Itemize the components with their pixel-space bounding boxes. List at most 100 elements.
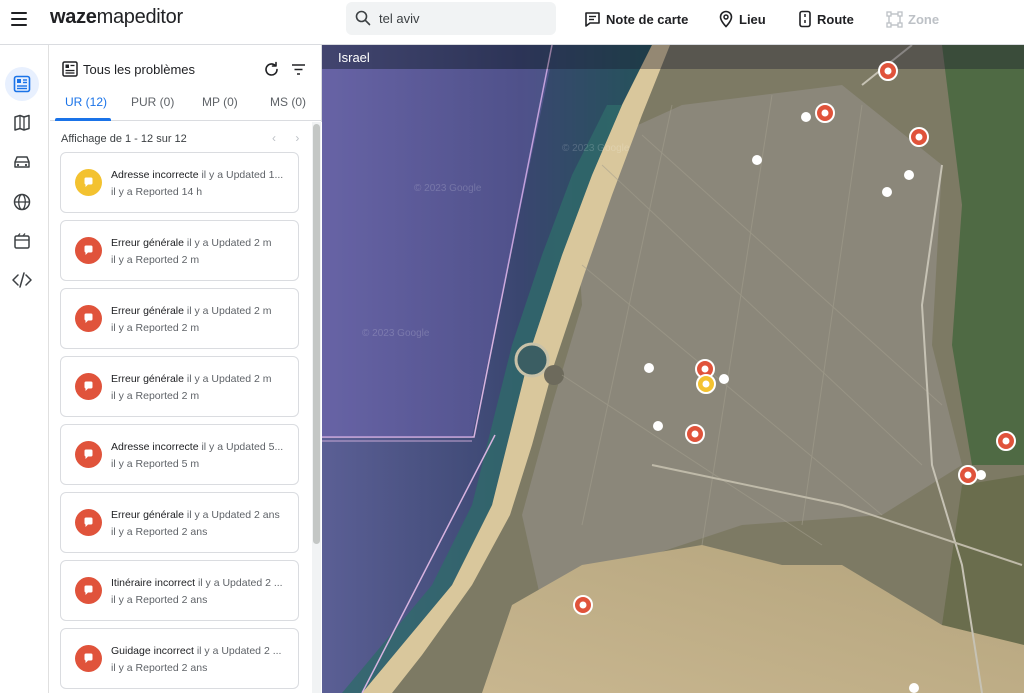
alert-icon (821, 109, 829, 117)
rail-layers-button[interactable] (5, 106, 39, 140)
issue-marker[interactable] (909, 127, 929, 147)
rail-events-button[interactable] (5, 224, 39, 258)
zone-icon (886, 10, 903, 28)
issue-marker[interactable] (996, 431, 1016, 451)
rail-code-button[interactable] (5, 263, 39, 297)
issues-list-icon (62, 61, 78, 77)
menu-icon[interactable] (11, 12, 27, 26)
tab-ms[interactable]: MS (0) (270, 95, 306, 109)
rail-drives-button[interactable] (5, 145, 39, 179)
left-rail (0, 45, 49, 693)
issue-type: Guidage incorrect (111, 645, 194, 657)
issue-marker[interactable] (685, 424, 705, 444)
issues-list: Affichage de 1 - 12 sur 12 ‹ › Adresse i… (50, 122, 322, 693)
issue-updated: Updated 2 ... (221, 645, 282, 657)
alert-icon (915, 133, 923, 141)
issue-reported: Reported 2 ans (135, 526, 208, 538)
issue-type-icon (75, 509, 102, 536)
filter-icon[interactable] (291, 63, 306, 76)
issue-marker-selected[interactable] (696, 374, 716, 394)
issue-reported: Reported 2 ans (135, 662, 208, 674)
rail-issues-button[interactable] (5, 67, 39, 101)
place-button[interactable]: Lieu (718, 9, 766, 29)
scrollbar[interactable] (312, 122, 321, 693)
tab-mp[interactable]: MP (0) (202, 95, 238, 109)
place-point[interactable] (653, 421, 663, 431)
issue-ago: il y a (201, 441, 224, 453)
place-point[interactable] (904, 170, 914, 180)
issue-marker[interactable] (573, 595, 593, 615)
issue-card[interactable]: Erreur générale il y a Updated 2 ans il y… (60, 492, 299, 553)
road-icon (799, 10, 811, 28)
issue-reported: Reported 2 m (135, 254, 200, 266)
update-request-icon (84, 585, 93, 595)
globe-icon (13, 193, 31, 211)
app-logo[interactable]: wazemapeditor (50, 6, 183, 29)
issue-title-line: Erreur générale il y a Updated 2 ans (111, 509, 293, 521)
scrollbar-thumb[interactable] (313, 124, 320, 544)
issue-type-icon (75, 305, 102, 332)
map-layers-icon (14, 114, 30, 131)
issue-ago: il y a (111, 526, 133, 538)
tab-ur[interactable]: UR (12) (65, 95, 107, 109)
issue-marker[interactable] (958, 465, 978, 485)
issue-title-line: Erreur générale il y a Updated 2 m (111, 373, 293, 385)
issue-card[interactable]: Erreur générale il y a Updated 2 m il y a… (60, 356, 299, 417)
issue-ago: il y a (111, 594, 133, 606)
tab-pur[interactable]: PUR (0) (131, 95, 174, 109)
issue-card[interactable]: Adresse incorrecte il y a Updated 1... il… (60, 152, 299, 213)
place-point[interactable] (644, 363, 654, 373)
update-request-icon (84, 517, 93, 527)
issue-ago: il y a (111, 322, 133, 334)
search-icon (355, 10, 371, 26)
place-point[interactable] (801, 112, 811, 122)
alert-icon (1002, 437, 1010, 445)
place-point[interactable] (719, 374, 729, 384)
place-point[interactable] (909, 683, 919, 693)
place-point[interactable] (882, 187, 892, 197)
issue-reported-line: il y a Reported 2 m (111, 390, 199, 402)
issue-reported-line: il y a Reported 5 m (111, 458, 199, 470)
country-name: Israel (338, 50, 370, 65)
rail-globe-button[interactable] (5, 185, 39, 219)
issue-type-tabs: UR (12) PUR (0) MP (0) MS (0) (50, 91, 322, 121)
update-request-icon (84, 653, 93, 663)
refresh-icon[interactable] (263, 61, 280, 78)
map-canvas[interactable]: Israel © 2023 Google © 2023 Google © 202… (322, 45, 1024, 693)
issue-card[interactable]: Erreur générale il y a Updated 2 m il y a… (60, 220, 299, 281)
search-box[interactable] (346, 2, 556, 35)
issue-ago: il y a (111, 254, 133, 266)
issue-card[interactable]: Erreur générale il y a Updated 2 m il y a… (60, 288, 299, 349)
issue-reported-line: il y a Reported 2 ans (111, 662, 207, 674)
issue-card[interactable]: Itinéraire incorrect il y a Updated 2 ..… (60, 560, 299, 621)
zone-button[interactable]: Zone (886, 9, 939, 29)
issue-reported: Reported 2 ans (135, 594, 208, 606)
issue-reported: Reported 2 m (135, 390, 200, 402)
issue-title-line: Guidage incorrect il y a Updated 2 ... (111, 645, 293, 657)
place-point[interactable] (752, 155, 762, 165)
issue-reported-line: il y a Reported 2 m (111, 322, 199, 334)
alert-icon (701, 365, 709, 373)
issue-ago: il y a (186, 373, 209, 385)
issue-updated: Updated 2 ... (222, 577, 283, 589)
issue-updated: Updated 5... (225, 441, 284, 453)
place-point[interactable] (976, 470, 986, 480)
issue-marker[interactable] (815, 103, 835, 123)
issue-reported: Reported 5 m (135, 458, 200, 470)
search-input[interactable] (379, 10, 549, 27)
map-note-button[interactable]: Note de carte (584, 9, 688, 29)
issue-reported: Reported 14 h (135, 186, 203, 198)
issue-marker[interactable] (878, 61, 898, 81)
issue-type-icon (75, 441, 102, 468)
issue-updated: Updated 2 ans (211, 509, 280, 521)
issue-type-icon (75, 373, 102, 400)
issue-type: Adresse incorrecte (111, 169, 199, 181)
events-icon (14, 233, 30, 249)
issue-card[interactable]: Guidage incorrect il y a Updated 2 ... il… (60, 628, 299, 689)
route-button[interactable]: Route (798, 9, 854, 29)
issue-card[interactable]: Adresse incorrecte il y a Updated 5... il… (60, 424, 299, 485)
issues-panel: Tous les problèmes UR (12) PUR (0) MP (0… (50, 45, 322, 693)
country-label-bar: Israel (322, 45, 1024, 69)
pager[interactable]: ‹ › (272, 131, 307, 145)
issue-type: Itinéraire incorrect (111, 577, 196, 589)
